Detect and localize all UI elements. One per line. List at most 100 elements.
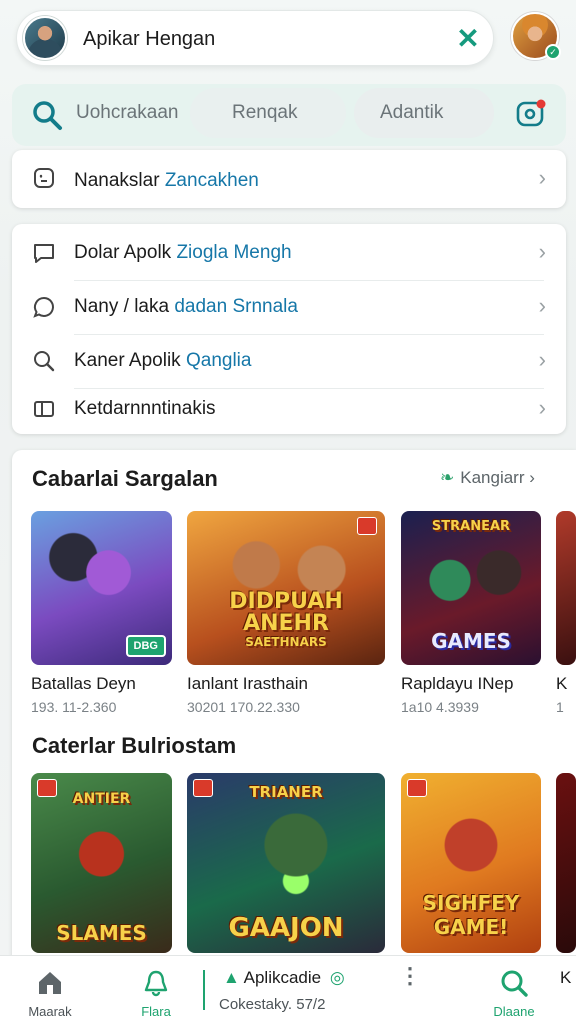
game-card[interactable]: ANTIER SLAMES xyxy=(31,773,172,953)
game-art xyxy=(556,773,576,953)
list-item[interactable]: Dolar Apolk Ziogla Mengh › xyxy=(12,226,566,280)
profile-avatar[interactable]: ✓ xyxy=(511,12,561,60)
bell-icon xyxy=(144,970,168,997)
game-card[interactable]: SIGHFEY GAME! xyxy=(401,773,541,953)
game-art: STRANEAR GAMES xyxy=(401,511,541,665)
game-meta: 193. 11-2.360 xyxy=(31,699,117,715)
section-title: Caterlar Bulriostam xyxy=(32,733,237,758)
chat-icon xyxy=(34,244,54,263)
notifications-card: Nanakslar Zancakhen › xyxy=(12,150,566,208)
game-art xyxy=(556,511,576,665)
game-art: DIDPUAH ANEHR SAETHNARS xyxy=(187,511,385,665)
tag-icon xyxy=(407,779,427,797)
game-card[interactable]: STRANEAR GAMES xyxy=(401,511,541,665)
leaf-icon: ❧ xyxy=(440,468,455,487)
more-icon: ⋮ xyxy=(399,963,421,988)
home-icon xyxy=(39,972,61,994)
avatar[interactable] xyxy=(23,16,67,60)
nav-center-sub: Cokestaky. 57/2 xyxy=(219,996,326,1013)
row-label: Nany / laka dadan Srnnala xyxy=(74,296,298,318)
row-label-main: Nany / laka xyxy=(74,296,170,317)
nav-search[interactable]: Dlaane xyxy=(478,956,550,1024)
art-title: GAMES xyxy=(431,629,511,653)
online-badge-icon: ✓ xyxy=(545,44,561,60)
game-card[interactable] xyxy=(556,511,576,665)
row-label: Ketdarnnntinakis xyxy=(74,398,216,420)
tag-icon xyxy=(357,517,377,535)
search-icon: ◎ xyxy=(329,968,345,987)
game-art: ANTIER SLAMES xyxy=(31,773,172,953)
bottom-nav: Maarak Flara ▲ Aplikcadie ◎ Cokestaky. 5… xyxy=(0,955,576,1024)
game-meta: 30201 170.22.330 xyxy=(187,699,300,715)
game-name: K xyxy=(556,674,568,693)
chevron-right-icon: › xyxy=(538,293,546,318)
close-icon[interactable]: ✕ xyxy=(453,24,483,54)
nav-more[interactable]: ⋮ xyxy=(386,956,422,1024)
row-label: Kaner Apolik Qanglia xyxy=(74,350,251,372)
nav-applications[interactable]: ▲ Aplikcadie ◎ Cokestaky. 57/2 xyxy=(205,956,365,1024)
chevron-right-icon: › xyxy=(538,165,546,190)
art-title: SLAMES xyxy=(56,921,147,945)
search-chip-adantik[interactable]: Adantik xyxy=(354,88,494,138)
list-item[interactable]: Ketdarnnntinakis › xyxy=(12,382,566,436)
art-subtitle: SAETHNARS xyxy=(245,635,327,649)
row-label-accent: Ziogla Mengh xyxy=(176,242,292,263)
game-card[interactable] xyxy=(556,773,576,953)
search-icon xyxy=(501,970,528,997)
game-name: Batallas Deyn xyxy=(31,674,136,693)
art-title: SIGHFEY GAME! xyxy=(422,891,520,939)
search-input[interactable]: Uohcrakaan xyxy=(76,102,178,124)
game-name: Ianlant Irasthain xyxy=(187,674,308,693)
search-icon[interactable] xyxy=(30,98,64,132)
row-label-main: Dolar Apolk xyxy=(74,242,172,263)
game-art: SIGHFEY GAME! xyxy=(401,773,541,953)
page-title: Apikar Hengan xyxy=(83,28,216,50)
row-label: Nanakslar Zancakhen xyxy=(74,170,259,192)
nav-home[interactable]: Maarak xyxy=(14,956,86,1024)
chip-label: Renqak xyxy=(232,102,298,123)
art-top: TRIANER xyxy=(249,783,323,801)
game-meta: 1a10 4.3939 xyxy=(401,699,479,715)
row-label-accent: Zancakhen xyxy=(164,170,259,191)
art-title: DIDPUAH ANEHR xyxy=(229,589,343,636)
app-title-pill[interactable]: Apikar Hengan ✕ xyxy=(16,10,494,66)
nav-label: K xyxy=(560,968,572,987)
chevron-right-icon: › xyxy=(538,395,546,420)
nav-flare[interactable]: Flara xyxy=(120,956,192,1024)
search-chip-renqak[interactable]: Renqak xyxy=(190,88,346,138)
see-more-label: Kangiarr xyxy=(460,468,525,487)
art-top: STRANEAR xyxy=(431,519,511,534)
nav-label: Flara xyxy=(141,1004,171,1019)
chip-label: Adantik xyxy=(380,102,444,123)
nav-center-title-text: Aplikcadie xyxy=(243,968,322,987)
list-item[interactable]: Nany / laka dadan Srnnala › xyxy=(12,280,566,334)
game-card[interactable]: DBG xyxy=(31,511,172,665)
rating-badge: DBG xyxy=(125,635,166,657)
list-item[interactable]: Kaner Apolik Qanglia › xyxy=(12,334,566,388)
menu-card: Dolar Apolk Ziogla Mengh › Nany / laka d… xyxy=(12,224,566,434)
list-item[interactable]: Nanakslar Zancakhen › xyxy=(12,152,566,206)
game-card[interactable]: TRIANER GAAJON xyxy=(187,773,385,953)
row-label-main: Kaner Apolik xyxy=(74,350,181,371)
game-art: DBG xyxy=(31,511,172,665)
section-title: Cabarlai Sargalan xyxy=(32,466,218,491)
bubble-icon xyxy=(33,296,54,318)
game-art: TRIANER GAAJON xyxy=(187,773,385,953)
chevron-right-icon: › xyxy=(538,239,546,264)
game-meta: 1 xyxy=(556,699,564,715)
see-more-link[interactable]: ❧ Kangiarr › xyxy=(440,468,535,488)
leaf-icon: ▲ xyxy=(223,968,240,987)
row-label-accent: Qanglia xyxy=(185,350,252,371)
book-icon xyxy=(34,401,54,417)
nav-partial[interactable]: K xyxy=(558,956,576,1024)
game-card[interactable]: DIDPUAH ANEHR SAETHNARS xyxy=(187,511,385,665)
row-label-main: Nanakslar xyxy=(74,170,160,191)
nav-center-title: ▲ Aplikcadie ◎ xyxy=(223,968,345,988)
art-top: ANTIER xyxy=(72,791,131,807)
row-label: Dolar Apolk Ziogla Mengh xyxy=(74,242,292,264)
row-label-main: Ketdarnnntinakis xyxy=(74,398,216,419)
nav-label: Dlaane xyxy=(493,1004,535,1019)
top-bar: Apikar Hengan ✕ ✓ xyxy=(0,0,576,80)
art-title: GAAJON xyxy=(228,913,344,943)
camera-icon[interactable] xyxy=(514,96,548,130)
